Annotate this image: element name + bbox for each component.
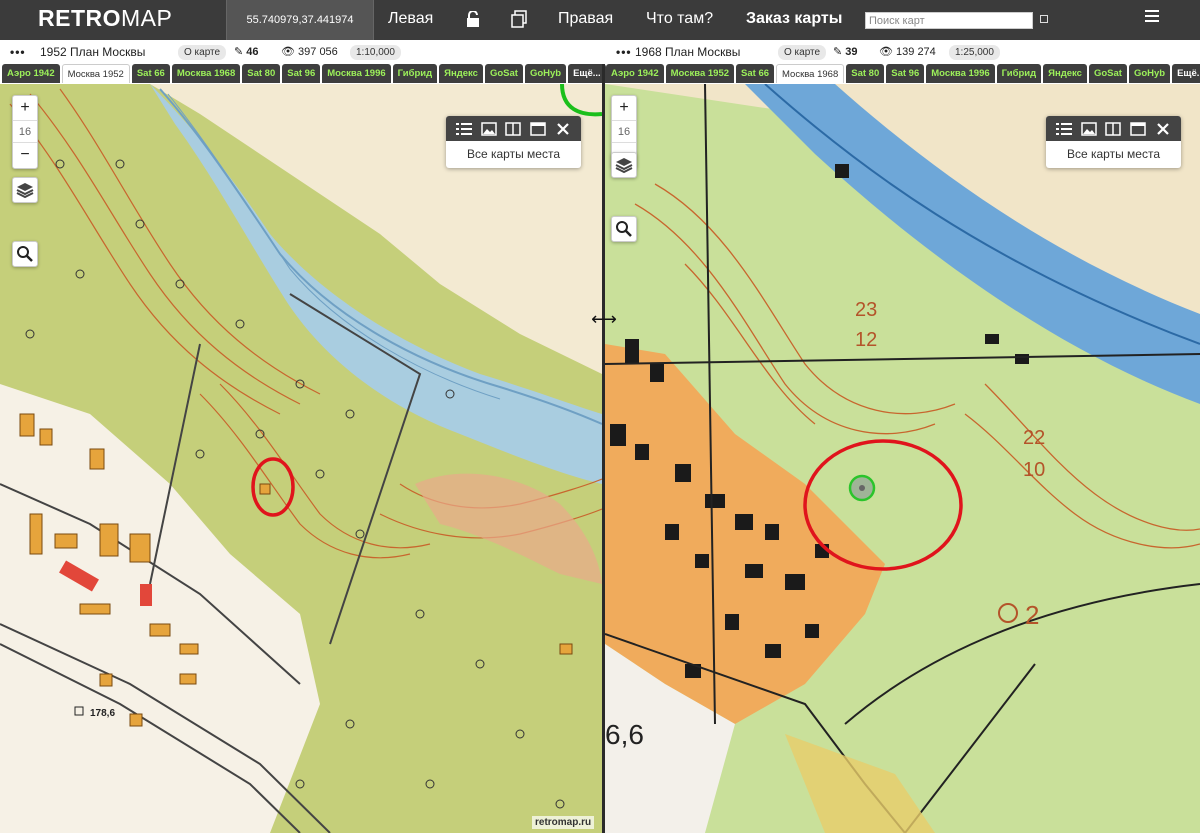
left-zoom-out-button[interactable]: −	[13, 143, 37, 168]
right-layer-tab[interactable]: GoHyb	[1128, 64, 1171, 83]
image-icon[interactable]	[1081, 121, 1097, 136]
layers-icon	[16, 183, 34, 199]
split-view-icon[interactable]	[505, 121, 522, 136]
copy-icon[interactable]	[511, 10, 527, 28]
nav-order-map-button[interactable]: Заказ карты	[746, 0, 842, 40]
right-layer-tab[interactable]: Sat 66	[736, 64, 775, 83]
left-edits-stat: ✎ 46	[234, 46, 259, 58]
eye-icon: 👁	[281, 46, 295, 58]
elevation-label-66: 6,6	[605, 719, 644, 750]
right-map-canvas[interactable]: 23 12 22 10 2 6,6	[605, 84, 1200, 833]
right-zoom-level: 16	[612, 121, 636, 143]
contour-label-12: 12	[855, 329, 877, 351]
right-layer-tab[interactable]: Москва 1996	[926, 64, 995, 83]
right-map-tools-panel: Все карты места	[1046, 116, 1181, 168]
right-map-image: 23 12 22 10 2 6,6	[605, 84, 1200, 833]
window-icon[interactable]	[530, 121, 546, 136]
contour-label-23: 23	[855, 299, 877, 321]
right-layer-tab[interactable]: GoSat	[1088, 64, 1127, 83]
left-search-button[interactable]	[12, 241, 38, 267]
left-zoom-control: + 16 −	[12, 95, 38, 169]
contour-label-22: 22	[1023, 427, 1045, 449]
left-map-canvas[interactable]: 178,6	[0, 84, 602, 833]
left-layer-tab[interactable]: Sat 96	[282, 64, 321, 83]
left-views-stat: 👁 397 056	[281, 46, 338, 58]
nav-right-button[interactable]: Правая	[558, 0, 613, 40]
right-options-dots[interactable]: •••	[616, 40, 632, 64]
left-layers-button[interactable]	[12, 177, 38, 203]
right-layer-tab[interactable]: Москва 1952	[665, 64, 735, 83]
right-layer-tab[interactable]: Москва 1968	[776, 64, 845, 83]
left-about-map-button[interactable]: О карте	[178, 45, 227, 60]
left-zoom-in-button[interactable]: +	[13, 96, 37, 121]
right-layer-tab[interactable]: Гибрид	[996, 64, 1042, 83]
left-layer-tab[interactable]: GoHyb	[524, 64, 567, 83]
left-map-info-bar: ••• 1952 План Москвы О карте ✎ 46 👁 397 …	[0, 40, 601, 64]
split-divider[interactable]	[602, 64, 605, 833]
right-about-map-button[interactable]: О карте	[778, 45, 827, 60]
right-layer-tab[interactable]: Sat 80	[846, 64, 885, 83]
close-icon[interactable]	[555, 122, 571, 136]
nav-left-button[interactable]: Левая	[388, 0, 433, 40]
left-layer-tab[interactable]: Sat 66	[131, 64, 170, 83]
close-icon[interactable]	[1155, 122, 1171, 136]
right-views-stat: 👁 139 274	[879, 46, 936, 58]
split-view-icon[interactable]	[1105, 121, 1122, 136]
right-layer-tab[interactable]: Sat 96	[886, 64, 925, 83]
hamburger-menu-icon[interactable]	[1145, 10, 1159, 24]
left-map-title: 1952 План Москвы	[40, 45, 146, 59]
elevation-label: 178,6	[90, 708, 115, 719]
list-icon[interactable]	[1056, 122, 1073, 136]
map-search-input[interactable]	[865, 12, 1033, 29]
left-layer-tab[interactable]: Аэро 1942	[2, 64, 60, 83]
coordinates-readout: 55.740979,37.441974	[226, 0, 374, 40]
search-icon	[616, 221, 632, 237]
left-layer-tab[interactable]: Москва 1996	[322, 64, 391, 83]
left-layer-tab[interactable]: Гибрид	[392, 64, 438, 83]
search-go-button[interactable]	[1040, 15, 1048, 23]
left-layer-tab[interactable]: Ещё...	[568, 64, 606, 83]
left-layer-tab[interactable]: GoSat	[484, 64, 523, 83]
right-all-maps-link[interactable]: Все карты места	[1046, 141, 1181, 167]
left-layer-tab[interactable]: Москва 1968	[171, 64, 241, 83]
left-all-maps-link[interactable]: Все карты места	[446, 141, 581, 167]
contour-label-10: 10	[1023, 459, 1045, 481]
right-search-button[interactable]	[611, 216, 637, 242]
window-icon[interactable]	[1130, 121, 1146, 136]
right-layer-tab[interactable]: Яндекс	[1043, 64, 1087, 83]
left-scale-badge: 1:10,000	[350, 45, 401, 60]
nav-what-there-button[interactable]: Что там?	[646, 0, 713, 40]
split-drag-handle-icon[interactable]: ⟷	[587, 309, 621, 329]
edit-icon: ✎	[234, 46, 244, 58]
left-layer-tab[interactable]: Москва 1952	[61, 64, 130, 83]
left-layer-tab[interactable]: Sat 80	[242, 64, 281, 83]
right-layers-button[interactable]	[611, 152, 637, 178]
right-layer-tab[interactable]: Ещё...	[1172, 64, 1200, 83]
top-bar: RETROMAP 55.740979,37.441974 Левая Права…	[0, 0, 1200, 40]
contour-label-2: 2	[1025, 600, 1039, 630]
right-map-title: 1968 План Москвы	[635, 45, 741, 59]
lock-icon[interactable]	[466, 11, 480, 27]
right-edits-stat: ✎ 39	[833, 46, 858, 58]
watermark: retromap.ru	[532, 816, 595, 829]
right-layer-tab[interactable]: Аэро 1942	[606, 64, 664, 83]
left-layer-tabs: Аэро 1942 Москва 1952 Sat 66 Москва 1968 Sat…	[0, 64, 606, 84]
image-icon[interactable]	[481, 121, 497, 136]
eye-icon: 👁	[879, 46, 893, 58]
retromap-logo[interactable]: RETROMAP	[38, 5, 172, 32]
left-options-dots[interactable]: •••	[10, 40, 26, 64]
left-zoom-level: 16	[13, 121, 37, 143]
right-scale-badge: 1:25,000	[949, 45, 1000, 60]
right-map-info-bar: ••• 1968 План Москвы О карте ✎ 39 👁 139 …	[606, 40, 1200, 64]
left-map-tools-panel: Все карты места	[446, 116, 581, 168]
edit-icon: ✎	[833, 46, 843, 58]
right-layer-tabs: Аэро 1942 Москва 1952 Sat 66 Москва 1968 Sat…	[604, 64, 1200, 84]
layers-icon	[615, 158, 633, 174]
left-map-image: 178,6	[0, 84, 602, 833]
list-icon[interactable]	[456, 122, 473, 136]
search-icon	[17, 246, 33, 262]
right-zoom-in-button[interactable]: +	[612, 96, 636, 121]
left-layer-tab[interactable]: Яндекс	[439, 64, 483, 83]
